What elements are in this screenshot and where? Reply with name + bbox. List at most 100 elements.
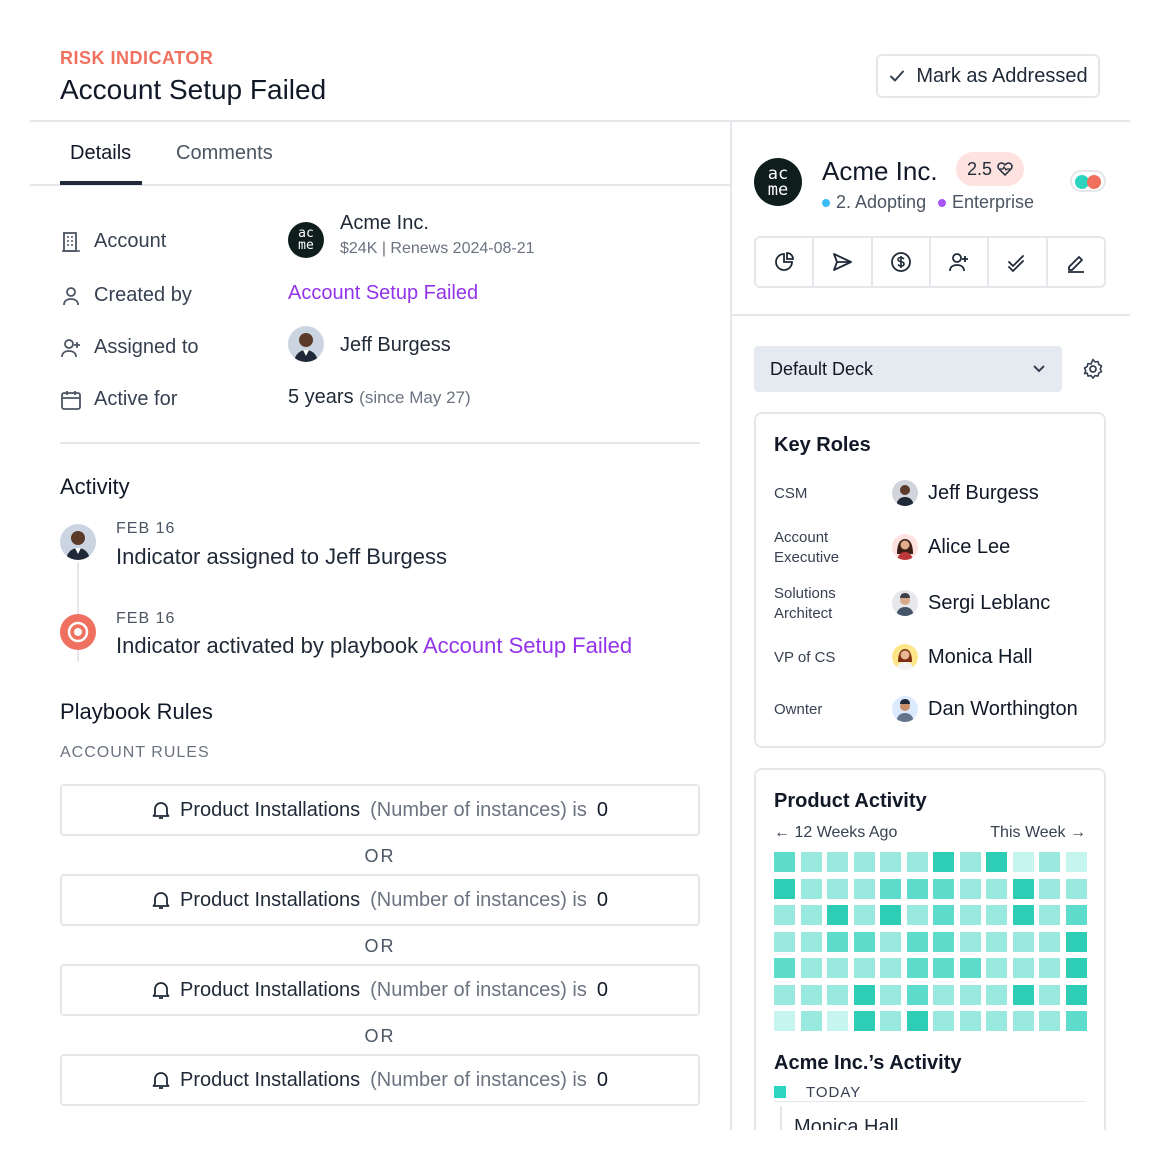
rule-row[interactable]: Product Installations (Number of instanc… — [60, 1054, 700, 1106]
heatmap-cell — [774, 931, 795, 952]
heatmap-cell — [774, 852, 795, 872]
avatar — [892, 644, 918, 670]
gear-icon[interactable] — [1082, 358, 1104, 380]
heatmap-cell — [986, 958, 1007, 978]
heatmap-cell — [1039, 1011, 1060, 1031]
created-by-link[interactable]: Account Setup Failed — [288, 282, 478, 305]
heatmap-cell — [906, 852, 928, 872]
arrow-right-icon: → — [1070, 824, 1086, 841]
heatmap-cell — [906, 905, 928, 925]
heatmap-cell — [906, 958, 928, 978]
heatmap-cell — [1039, 878, 1060, 899]
target-icon — [60, 614, 96, 650]
heatmap-cell — [1012, 852, 1034, 872]
bell-icon — [152, 1072, 170, 1089]
product-activity-card: Product Activity ← 12 Weeks Ago This Wee… — [754, 768, 1106, 1130]
activity-text: Indicator activated by playbook Account … — [116, 633, 632, 659]
heatmap-cell — [853, 905, 875, 925]
heatmap-cell — [986, 852, 1007, 872]
mark-as-addressed-button[interactable]: Mark as Addressed — [876, 54, 1100, 98]
playbook-link[interactable]: Account Setup Failed — [423, 633, 632, 658]
heatmap-cell — [880, 878, 901, 899]
mark-as-addressed-label: Mark as Addressed — [916, 64, 1088, 87]
heatmap-cell — [959, 878, 981, 899]
role-person-name: Monica Hall — [928, 645, 1033, 668]
heatmap-cell — [1012, 984, 1034, 1005]
heatmap-cell — [933, 958, 954, 978]
company-name: Acme Inc. — [822, 156, 938, 186]
role-row: Account Executive Alice Lee — [774, 528, 1094, 572]
rule-row[interactable]: Product Installations (Number of instanc… — [60, 874, 700, 926]
heatmap-cell — [906, 984, 928, 1005]
role-person[interactable]: Alice Lee — [892, 534, 1010, 560]
company-activity-title: Acme Inc.’s Activity — [774, 1052, 962, 1074]
heatmap-cell — [906, 931, 928, 952]
heatmap-cell — [986, 984, 1007, 1005]
heatmap-cell — [986, 878, 1007, 899]
tab-details[interactable]: Details — [60, 142, 141, 165]
role-person[interactable]: Monica Hall — [892, 644, 1032, 670]
heatmap-cell — [933, 852, 954, 872]
divider — [60, 442, 700, 444]
start-label: 12 Weeks Ago — [794, 824, 898, 841]
account-name[interactable]: Acme Inc. — [340, 212, 429, 235]
today-row: TODAY — [774, 1084, 1086, 1102]
rule-value: 0 — [596, 888, 608, 911]
active-for-value: 5 years (since May 27) — [288, 386, 471, 409]
heatmap-cell — [959, 905, 981, 925]
heatmap-cell — [1065, 1011, 1087, 1031]
toolbar-button[interactable] — [931, 238, 990, 286]
heatmap-cell — [827, 878, 848, 899]
rule-condition: (Number of instances) is — [370, 978, 587, 1001]
page-eyebrow: RISK INDICATOR — [60, 48, 214, 68]
toolbar-button[interactable] — [756, 238, 815, 286]
heatmap-cell — [800, 1011, 822, 1031]
health-score: 2.5 — [966, 158, 993, 179]
avatar — [892, 480, 918, 506]
role-person[interactable]: Dan Worthington — [892, 696, 1078, 722]
heatmap-cell — [800, 852, 822, 872]
account-sidebar: ac me Acme Inc. 2.5 2. Adopting Enterpris… — [732, 122, 1130, 1130]
assigned-to-label: Assigned to — [94, 336, 199, 358]
activity-date: FEB 16 — [116, 610, 176, 627]
rule-name: Product Installations — [180, 978, 361, 1001]
heatmap-cell — [800, 958, 822, 978]
heatmap-cell — [1039, 905, 1060, 925]
role-person[interactable]: Sergi Leblanc — [892, 590, 1050, 616]
deck-select[interactable]: Default Deck — [754, 346, 1062, 392]
activity-date: FEB 16 — [116, 520, 176, 537]
stage-dot — [822, 198, 830, 207]
active-for-label: Active for — [94, 388, 178, 410]
heatmap-cell — [827, 905, 848, 925]
rule-name: Product Installations — [180, 798, 361, 821]
info-row-account: Account ac me Acme Inc. $24K | Renews 202… — [60, 212, 700, 258]
account-rules-subhead: ACCOUNT RULES — [60, 744, 210, 761]
assignee-name[interactable]: Jeff Burgess — [340, 334, 451, 357]
bell-icon — [152, 982, 170, 999]
status-toggle[interactable] — [1070, 170, 1106, 192]
heatmap-cell — [853, 984, 875, 1005]
edit-icon — [1067, 256, 1084, 273]
heart-pulse-icon — [997, 162, 1013, 176]
role-person[interactable]: Jeff Burgess — [892, 480, 1039, 506]
tab-comments[interactable]: Comments — [166, 142, 283, 165]
toolbar-button[interactable] — [989, 238, 1048, 286]
bell-icon — [152, 892, 170, 909]
toolbar-button[interactable] — [873, 238, 931, 286]
rule-row[interactable]: Product Installations (Number of instanc… — [60, 964, 700, 1016]
heatmap-cell — [774, 878, 795, 899]
heatmap-cell — [853, 958, 875, 978]
activity-avatar — [60, 524, 96, 560]
heatmap-cell — [1012, 931, 1034, 952]
rule-row[interactable]: Product Installations (Number of instanc… — [60, 784, 700, 836]
dollar-icon — [890, 252, 911, 272]
toolbar-button[interactable] — [1048, 238, 1104, 286]
playbook-rules-title: Playbook Rules — [60, 699, 213, 724]
role-row: VP of CS Monica Hall — [774, 644, 1094, 674]
building-icon — [62, 232, 80, 252]
action-toolbar — [754, 236, 1106, 288]
health-score-badge[interactable]: 2.5 — [956, 152, 1024, 186]
toolbar-button[interactable] — [814, 238, 873, 286]
heatmap-cell — [959, 852, 981, 872]
tab-bar: Details Comments — [30, 122, 730, 186]
